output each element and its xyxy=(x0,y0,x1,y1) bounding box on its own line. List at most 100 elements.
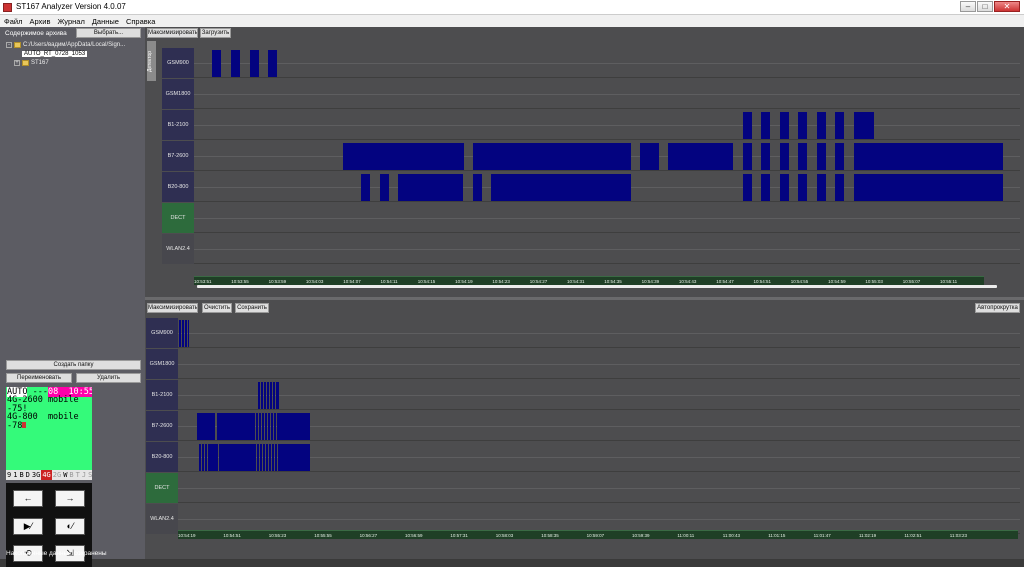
time-tick: 10:54:03 xyxy=(305,279,324,284)
play-key[interactable]: ▶⁄ xyxy=(13,518,43,535)
choose-button[interactable]: Выбрать... xyxy=(76,28,141,38)
archive-label: Содержимое архива xyxy=(5,30,67,37)
timeline-row: B20-800 xyxy=(162,172,1020,202)
row-label: B20-800 xyxy=(146,442,178,472)
activity-bar xyxy=(268,413,270,440)
timeline-row: GSM1800 xyxy=(162,79,1020,109)
archive-tree[interactable]: - C:/Users/вадим/AppData/Local/Sign... AU… xyxy=(6,40,142,67)
time-tick: 10:53:59 xyxy=(268,279,287,284)
activity-bar xyxy=(258,382,260,409)
collapse-icon[interactable]: - xyxy=(6,41,12,48)
activity-bar xyxy=(817,174,826,201)
expand-icon[interactable]: + xyxy=(14,59,20,66)
activity-bar xyxy=(212,50,221,77)
tree-path: C:/Users/вадим/AppData/Local/Sign... xyxy=(23,41,126,48)
time-tick: 10:54:55 xyxy=(790,279,809,284)
bottom-maximize-button[interactable]: Максимизировать xyxy=(147,303,198,313)
row-gridline xyxy=(178,364,1020,365)
tree-selected-item[interactable]: AUTO_RT_0728_1053 xyxy=(22,50,88,57)
activity-bar xyxy=(266,444,268,471)
tree-row-root[interactable]: - C:/Users/вадим/AppData/Local/Sign... xyxy=(6,40,142,49)
folder-icon xyxy=(14,41,21,48)
save-button[interactable]: Сохранить xyxy=(235,303,269,313)
minimize-button[interactable]: – xyxy=(960,1,976,12)
time-tick: 10:54:43 xyxy=(678,279,697,284)
right-arrow-key[interactable]: → xyxy=(55,490,85,507)
row-label: B1-2100 xyxy=(146,380,178,410)
autoscroll-button[interactable]: Автопрокрутка xyxy=(975,303,1020,313)
main-area: Максимизировать Загрузить Детектор GSM90… xyxy=(145,27,1024,559)
menu-file[interactable]: Файл xyxy=(0,15,25,27)
timeline-row: B20-800 xyxy=(146,442,1020,472)
top-maximize-button[interactable]: Максимизировать xyxy=(147,28,198,38)
load-button[interactable]: Загрузить xyxy=(200,28,231,38)
row-gridline xyxy=(194,249,1020,250)
lcd-status-item: 4G xyxy=(41,470,52,480)
device-lcd: AUTO ---08 10:55 4G-2600 mobile -75! 4G-… xyxy=(6,387,92,480)
row-label: WLAN2.4 xyxy=(162,234,194,264)
detector-tab[interactable]: Детектор xyxy=(147,41,156,81)
activity-bar xyxy=(780,112,789,139)
activity-bar xyxy=(205,444,207,471)
activity-bar xyxy=(256,413,258,440)
activity-bar xyxy=(257,444,259,471)
timeline-row: DECT xyxy=(162,203,1020,233)
activity-bar xyxy=(265,413,267,440)
menu-help[interactable]: Справка xyxy=(122,15,158,27)
signal-key[interactable]: ◐⁄ xyxy=(55,518,85,535)
panel-splitter[interactable] xyxy=(145,297,1024,300)
maximize-button[interactable]: □ xyxy=(977,1,993,12)
activity-bar xyxy=(273,382,275,409)
clear-button[interactable]: Очистить xyxy=(202,303,232,313)
activity-bar xyxy=(250,50,259,77)
row-gridline xyxy=(178,395,1020,396)
time-tick: 11:02:19 xyxy=(859,533,877,538)
status-message: Накопленные данные сохранены xyxy=(6,550,107,557)
time-tick: 10:58:03 xyxy=(495,533,514,538)
create-folder-button[interactable]: Создать папку xyxy=(6,360,141,370)
timeline-row: B1-2100 xyxy=(146,380,1020,410)
menu-data[interactable]: Данные xyxy=(88,15,122,27)
activity-bar xyxy=(761,174,770,201)
activity-bar xyxy=(208,444,218,471)
title-bar: ST167 Analyzer Version 4.0.07 – □ ✕ xyxy=(0,0,1024,15)
tree-row-folder[interactable]: + ST167 xyxy=(6,58,142,67)
bottom-time-axis: 10:54:19 10:54:51 10:55:23 10:55:55 10:56:27… xyxy=(178,530,1018,539)
close-button[interactable]: ✕ xyxy=(994,1,1020,12)
activity-bar xyxy=(780,143,789,170)
top-scrollbar[interactable] xyxy=(197,285,997,288)
row-label: B20-800 xyxy=(162,172,194,202)
delete-button[interactable]: Удалить xyxy=(76,373,141,383)
activity-bar xyxy=(761,143,770,170)
time-tick: 10:54:23 xyxy=(492,279,510,284)
time-tick: 10:54:19 xyxy=(178,533,196,538)
row-label: DECT xyxy=(162,203,194,233)
row-label: GSM900 xyxy=(146,318,178,348)
time-tick: 11:01:47 xyxy=(813,533,831,538)
row-gridline xyxy=(178,519,1020,520)
time-tick: 11:00:11 xyxy=(677,533,695,538)
time-tick: 10:56:59 xyxy=(405,533,423,538)
time-tick: 11:02:51 xyxy=(904,533,922,538)
timeline-row: DECT xyxy=(146,473,1020,503)
activity-bar xyxy=(182,320,184,347)
row-gridline xyxy=(194,94,1020,95)
lcd-line5: -78 xyxy=(7,420,23,431)
time-tick: 10:55:07 xyxy=(902,279,921,284)
tree-row-selected[interactable]: AUTO_RT_0728_1053 xyxy=(6,49,142,58)
rename-button[interactable]: Переименовать xyxy=(6,373,72,383)
menu-journal[interactable]: Журнал xyxy=(53,15,87,27)
activity-bar xyxy=(798,143,807,170)
time-tick: 10:54:27 xyxy=(529,279,548,284)
row-gridline xyxy=(178,333,1020,334)
menu-archive[interactable]: Архив xyxy=(25,15,53,27)
tree-folder-label: ST167 xyxy=(31,59,49,66)
time-tick: 10:54:39 xyxy=(641,279,660,284)
time-tick: 10:53:55 xyxy=(231,279,249,284)
time-tick: 10:54:51 xyxy=(753,279,772,284)
time-tick: 10:54:31 xyxy=(567,279,585,284)
time-tick: 10:59:39 xyxy=(632,533,650,538)
activity-bar xyxy=(275,444,277,471)
left-arrow-key[interactable]: ← xyxy=(13,490,43,507)
activity-bar xyxy=(835,143,844,170)
